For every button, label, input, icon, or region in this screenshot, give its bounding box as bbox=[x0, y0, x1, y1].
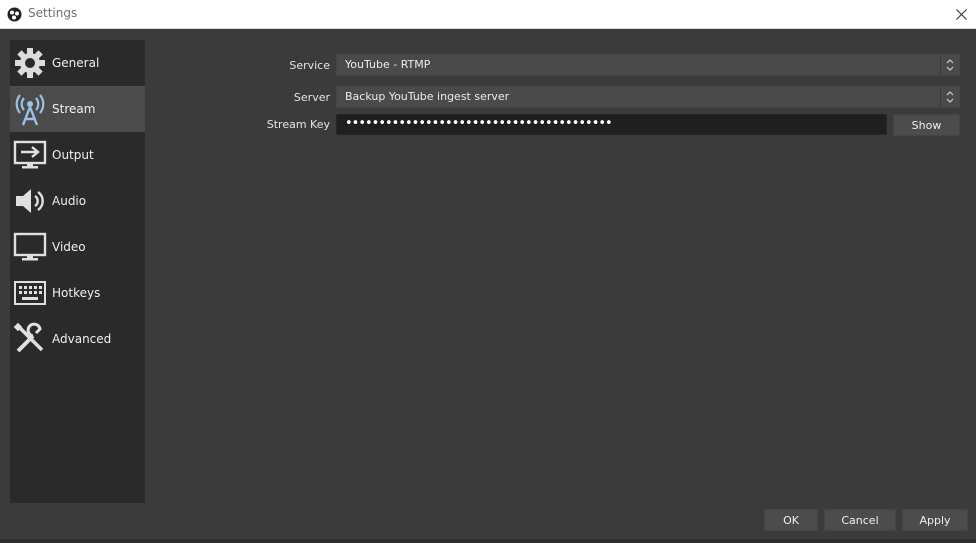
stream-key-input[interactable]: •••••••••••••••••••••••••••••••••••••••• bbox=[336, 114, 887, 135]
cancel-button[interactable]: Cancel bbox=[824, 509, 896, 531]
sidebar-item-label: Audio bbox=[52, 194, 87, 208]
speaker-icon bbox=[12, 183, 48, 219]
sidebar-item-label: General bbox=[52, 56, 100, 70]
chevron-updown-icon bbox=[940, 87, 959, 107]
sidebar-item-label: Advanced bbox=[52, 332, 112, 346]
title-bar: Settings bbox=[0, 0, 976, 29]
sidebar-item-general[interactable]: General bbox=[10, 40, 145, 86]
apply-button[interactable]: Apply bbox=[902, 509, 968, 531]
close-button[interactable] bbox=[946, 0, 976, 28]
server-label: Server bbox=[293, 91, 330, 104]
settings-sidebar: General Stream Output Audio Video Hotkey… bbox=[10, 40, 145, 503]
service-label: Service bbox=[289, 59, 330, 72]
server-select[interactable]: Backup YouTube ingest server bbox=[336, 86, 960, 108]
sidebar-item-output[interactable]: Output bbox=[10, 132, 145, 178]
service-select[interactable]: YouTube - RTMP bbox=[336, 54, 960, 76]
sidebar-item-video[interactable]: Video bbox=[10, 224, 145, 270]
chevron-updown-icon bbox=[940, 55, 959, 75]
sidebar-item-hotkeys[interactable]: Hotkeys bbox=[10, 270, 145, 316]
sidebar-item-audio[interactable]: Audio bbox=[10, 178, 145, 224]
show-key-button[interactable]: Show bbox=[893, 114, 960, 136]
gear-icon bbox=[12, 45, 48, 81]
sidebar-item-label: Hotkeys bbox=[52, 286, 101, 300]
monitor-icon bbox=[12, 229, 48, 265]
service-value: YouTube - RTMP bbox=[345, 58, 431, 71]
broadcast-tower-icon bbox=[12, 91, 48, 127]
sidebar-item-label: Output bbox=[52, 148, 94, 162]
server-value: Backup YouTube ingest server bbox=[345, 90, 510, 103]
sidebar-item-stream[interactable]: Stream bbox=[10, 86, 145, 132]
taskbar-edge bbox=[0, 539, 976, 543]
obs-icon bbox=[7, 7, 22, 22]
stream-key-label: Stream Key bbox=[266, 118, 330, 131]
sidebar-item-label: Video bbox=[52, 240, 86, 254]
ok-button[interactable]: OK bbox=[764, 509, 818, 531]
tools-icon bbox=[12, 321, 48, 357]
settings-window: General Stream Output Audio Video Hotkey… bbox=[0, 29, 976, 543]
sidebar-item-advanced[interactable]: Advanced bbox=[10, 316, 145, 362]
close-icon bbox=[955, 8, 967, 20]
window-title: Settings bbox=[28, 6, 78, 20]
keyboard-icon bbox=[12, 275, 48, 311]
monitor-output-icon bbox=[12, 137, 48, 173]
stream-key-masked: •••••••••••••••••••••••••••••••••••••••• bbox=[345, 116, 613, 131]
sidebar-item-label: Stream bbox=[52, 102, 96, 116]
